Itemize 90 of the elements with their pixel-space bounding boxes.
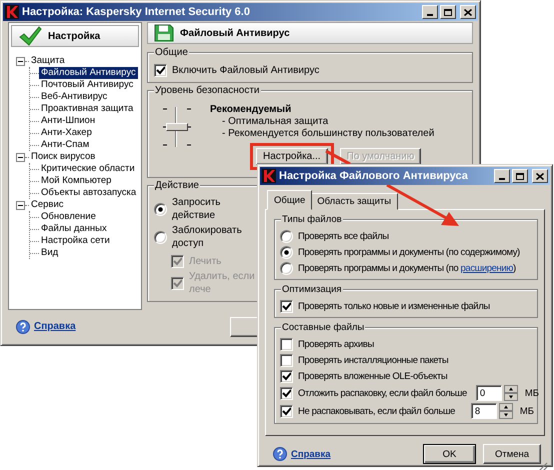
checkbox-label: Отложить распаковку, если файл больше	[298, 386, 467, 400]
checkbox-label: Проверять вложенные OLE-объекты	[298, 370, 448, 382]
tree-item[interactable]: Мой Компьютер	[39, 175, 114, 187]
panel-title: Настройка	[48, 30, 100, 42]
checkbox[interactable]	[154, 64, 167, 76]
tree-item[interactable]: Проактивная защита	[39, 103, 136, 115]
spinner[interactable]	[498, 403, 513, 419]
button[interactable]	[230, 316, 260, 336]
collapse-icon[interactable]	[16, 200, 25, 210]
link[interactable]: расширению	[460, 262, 514, 274]
checkbox[interactable]	[280, 338, 293, 350]
tree-item[interactable]: Анти-Хакер	[39, 127, 94, 139]
button[interactable]: Настройка...	[256, 148, 328, 165]
group-title: Оптимизация	[281, 283, 343, 296]
number-field[interactable]: 0	[476, 385, 502, 401]
cancel-button[interactable]: Отмена	[483, 444, 541, 464]
checkbox[interactable]	[280, 300, 293, 312]
tree-item[interactable]: Почтовый Антивирус	[39, 79, 136, 91]
checkbox[interactable]	[280, 370, 293, 382]
check-icon	[18, 26, 42, 46]
close-button[interactable]	[532, 169, 548, 183]
maximize-icon	[516, 172, 524, 180]
checkbox[interactable]	[280, 354, 293, 366]
unit-label: МБ	[520, 406, 534, 416]
app-icon	[5, 5, 19, 19]
checkbox-label: Лечить	[189, 254, 222, 268]
tree-item[interactable]: Сервис	[29, 199, 66, 211]
tree-item[interactable]: Вид	[39, 247, 60, 259]
checkbox-label: Включить Файловый Антивирус	[172, 64, 320, 76]
group-title: Типы файлов	[281, 213, 343, 226]
radio-label: Проверять программы и документы (по содержимому)	[298, 246, 520, 258]
tree-item[interactable]: Объекты автозапуска	[39, 187, 138, 199]
group-title: Уровень безопасности	[154, 84, 261, 97]
panel-title: Файловый Антивирус	[180, 28, 290, 38]
spinner[interactable]	[504, 385, 518, 401]
help-link[interactable]: Справка	[34, 321, 76, 332]
tab[interactable]: Область защиты	[310, 193, 398, 210]
checkbox-label: Не распаковывать, если файл больше	[298, 404, 456, 418]
maximize-button[interactable]	[440, 5, 456, 19]
radio-button[interactable]	[280, 262, 293, 274]
minimize-button[interactable]	[494, 169, 510, 183]
checkbox-label: Проверять архивы	[298, 338, 374, 350]
window-title: Настройка Файлового Антивируса	[279, 170, 469, 182]
collapse-icon[interactable]	[16, 56, 25, 66]
radio-button[interactable]	[280, 230, 293, 242]
window-title: Настройка: Kaspersky Internet Security 6.0	[22, 6, 251, 18]
tree-item[interactable]: Анти-Спам	[39, 139, 92, 151]
tree-item[interactable]: Веб-Антивирус	[39, 91, 110, 103]
checkbox-label: Удалить, если лече	[189, 270, 256, 296]
radio-button[interactable]	[280, 246, 293, 258]
checkbox-label: Проверять только новые и измененные файлы	[298, 300, 490, 312]
radio-button[interactable]	[154, 202, 167, 216]
level-note: - Оптимальная защита	[221, 116, 330, 127]
group-title: Составные файлы	[281, 321, 366, 334]
slider-thumb[interactable]	[166, 123, 188, 131]
tree-item[interactable]: Критические области	[39, 163, 137, 175]
checkbox[interactable]	[280, 404, 293, 418]
minimize-button[interactable]	[422, 5, 438, 19]
radio-label: Заблокировать доступ	[172, 224, 243, 250]
tree-item[interactable]: Файловый Антивирус	[39, 67, 138, 79]
tree-item[interactable]: Обновление	[39, 211, 98, 223]
close-button[interactable]	[460, 5, 476, 19]
radio-button[interactable]	[154, 230, 167, 244]
tree-item[interactable]: Файлы данных	[39, 223, 109, 235]
tab[interactable]: Общие	[267, 190, 312, 210]
tree-item[interactable]: Анти-Шпион	[39, 115, 98, 127]
collapse-icon[interactable]	[16, 152, 25, 162]
close-icon	[536, 172, 544, 180]
checkbox-label: Проверять инсталляционные пакеты	[298, 354, 448, 366]
tree-item[interactable]: Настройка сети	[39, 235, 112, 247]
help-icon	[273, 447, 287, 461]
security-level: Рекомендуемый	[210, 104, 292, 115]
unit-label: МБ	[524, 388, 540, 398]
maximize-button[interactable]	[512, 169, 528, 183]
app-icon	[262, 169, 276, 183]
close-icon	[464, 8, 472, 16]
tree-item[interactable]: Защита	[29, 55, 67, 67]
radio-label: Проверять все файлы	[298, 230, 389, 242]
group-title: Действие	[154, 179, 200, 192]
radio-label: Запросить действие	[172, 196, 222, 222]
help-icon	[16, 320, 30, 334]
checkbox[interactable]	[280, 386, 293, 400]
radio-label: Проверять программы и документы (по расширению)	[298, 262, 516, 274]
tree-item[interactable]: Поиск вирусов	[29, 151, 98, 163]
maximize-icon	[444, 8, 452, 16]
number-field[interactable]: 8	[470, 403, 497, 419]
group-title: Общие	[154, 46, 189, 59]
level-note: - Рекомендуется большинству пользователей	[221, 128, 436, 139]
help-link[interactable]: Справка	[291, 448, 331, 460]
ok-button[interactable]: OK	[423, 444, 476, 464]
